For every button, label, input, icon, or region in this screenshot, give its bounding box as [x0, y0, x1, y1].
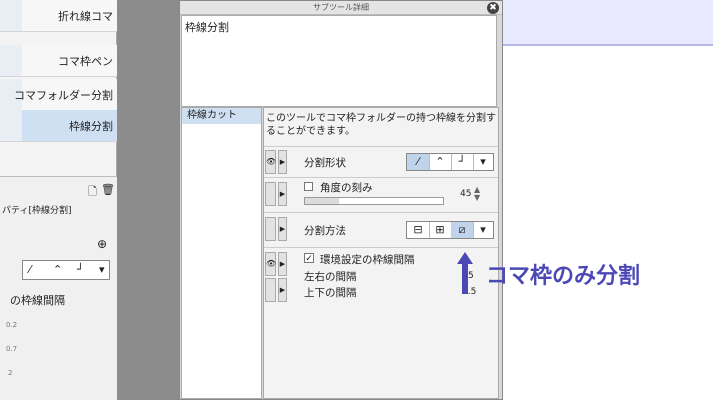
spin-icon[interactable]: ▲ ▼ — [474, 186, 480, 202]
tool-item-label: コマ枠ペン — [58, 54, 113, 68]
size-value: 0.2 — [6, 321, 18, 329]
slider-fill — [305, 198, 339, 204]
size-value: 0.7 — [6, 345, 18, 353]
visibility-toggle[interactable] — [265, 278, 276, 302]
angle-row: ▶ 角度の刻み 45 ▲ ▼ — [264, 177, 498, 211]
step-line-icon: ┘ — [77, 263, 84, 276]
tool-item-folder-split[interactable]: コマフォルダー分割 — [0, 79, 117, 111]
tool-item-label: 枠線分割 — [69, 119, 113, 133]
property-title: パティ[枠線分割] — [2, 206, 72, 216]
tool-property-panel: パティ[枠線分割] 🗋 🗑 ⊕ ⁄ ⌃ ┘ ▾ の枠線間隔 0.2 0.7 2 — [0, 176, 117, 400]
canvas-background — [117, 0, 179, 400]
trash-icon[interactable]: 🗑 — [101, 183, 115, 196]
visibility-toggle[interactable] — [265, 217, 276, 241]
subtool-detail-dialog: サブツール詳細 ✖ 枠線分割 枠線カット このツールでコマ枠フォルダーの持つ枠線… — [179, 0, 503, 400]
split-all-icon[interactable]: ⊟ — [407, 222, 430, 238]
tool-thumbnail — [0, 0, 22, 31]
split-method-row: ▶ 分割方法 ⊟ ⊞ ⧄ ▾ — [264, 212, 498, 247]
env-spacing-checkbox[interactable]: ✓ — [304, 253, 314, 264]
up-arrow-icon — [457, 252, 473, 294]
tb-spacing-label: 上下の間隔 — [304, 287, 357, 299]
tool-item-label: コマフォルダー分割 — [14, 88, 113, 102]
spacing-label: の枠線間隔 — [10, 294, 65, 307]
step-line-icon[interactable]: ┘ — [451, 154, 474, 170]
chevron-down-icon: ▾ — [99, 263, 105, 276]
split-method-toggle[interactable]: ⊟ ⊞ ⧄ ▾ — [406, 221, 494, 239]
split-shape-mini-toggle[interactable]: ⁄ ⌃ ┘ ▾ — [22, 260, 110, 280]
angle-checkbox[interactable] — [304, 182, 313, 191]
tool-item-frame-split[interactable]: 枠線分割 — [0, 110, 117, 142]
expand-arrow-icon[interactable]: ▶ — [278, 150, 287, 174]
polyline-icon: ⌃ — [53, 263, 63, 276]
split-method-label: 分割方法 — [304, 225, 346, 237]
new-page-icon[interactable]: 🗋 — [88, 183, 97, 202]
dialog-title-bar[interactable]: サブツール詳細 ✖ — [180, 1, 502, 15]
tool-description: このツールでコマ枠フォルダーの持つ枠線を分割することができます。 — [266, 113, 496, 137]
tool-thumbnail — [0, 110, 22, 141]
tool-thumbnail — [0, 45, 22, 76]
size-value: 2 — [8, 369, 13, 377]
category-item-frame-cut[interactable]: 枠線カット — [182, 108, 261, 124]
tool-name-box[interactable]: 枠線分割 — [181, 15, 497, 107]
tool-item-polyline-frame[interactable]: 折れ線コマ — [0, 0, 117, 32]
expand-arrow-icon[interactable]: ▶ — [278, 252, 287, 276]
tool-item-label: 折れ線コマ — [58, 9, 113, 23]
chevron-down-icon[interactable]: ▾ — [473, 154, 493, 170]
split-shape-row: 👁 ▶ 分割形状 ⁄ ⌃ ┘ ▾ — [264, 146, 498, 177]
category-list: 枠線カット — [181, 107, 262, 399]
tool-name: 枠線分割 — [185, 21, 229, 34]
split-shape-toggle[interactable]: ⁄ ⌃ ┘ ▾ — [406, 153, 494, 171]
dialog-title: サブツール詳細 — [313, 3, 369, 12]
straight-line-icon[interactable]: ⁄ — [407, 154, 430, 170]
zoom-icon[interactable]: ⊕ — [97, 237, 107, 251]
polyline-icon[interactable]: ⌃ — [429, 154, 452, 170]
straight-line-icon: ⁄ — [29, 263, 31, 276]
angle-slider[interactable] — [304, 197, 444, 205]
close-icon[interactable]: ✖ — [487, 2, 499, 14]
split-frame-only-icon[interactable]: ⧄ — [451, 222, 474, 238]
visibility-toggle[interactable] — [265, 182, 276, 206]
angle-value: 45 — [460, 189, 472, 199]
expand-arrow-icon[interactable]: ▶ — [278, 217, 287, 241]
chevron-down-icon[interactable]: ▾ — [473, 222, 493, 238]
expand-arrow-icon[interactable]: ▶ — [278, 278, 287, 302]
tool-item-frame-pen[interactable]: コマ枠ペン — [0, 45, 117, 77]
expand-arrow-icon[interactable]: ▶ — [278, 182, 287, 206]
annotation-caption: コマ枠のみ分割 — [486, 264, 641, 289]
top-right-panel — [503, 0, 713, 46]
env-spacing-label: 環境設定の枠線間隔 — [320, 254, 415, 266]
lr-spacing-label: 左右の間隔 — [304, 271, 357, 283]
angle-label: 角度の刻み — [320, 182, 373, 194]
eye-icon[interactable]: 👁 — [265, 252, 276, 276]
split-folder-icon[interactable]: ⊞ — [429, 222, 452, 238]
split-shape-label: 分割形状 — [304, 157, 346, 169]
eye-icon[interactable]: 👁 — [265, 150, 276, 174]
